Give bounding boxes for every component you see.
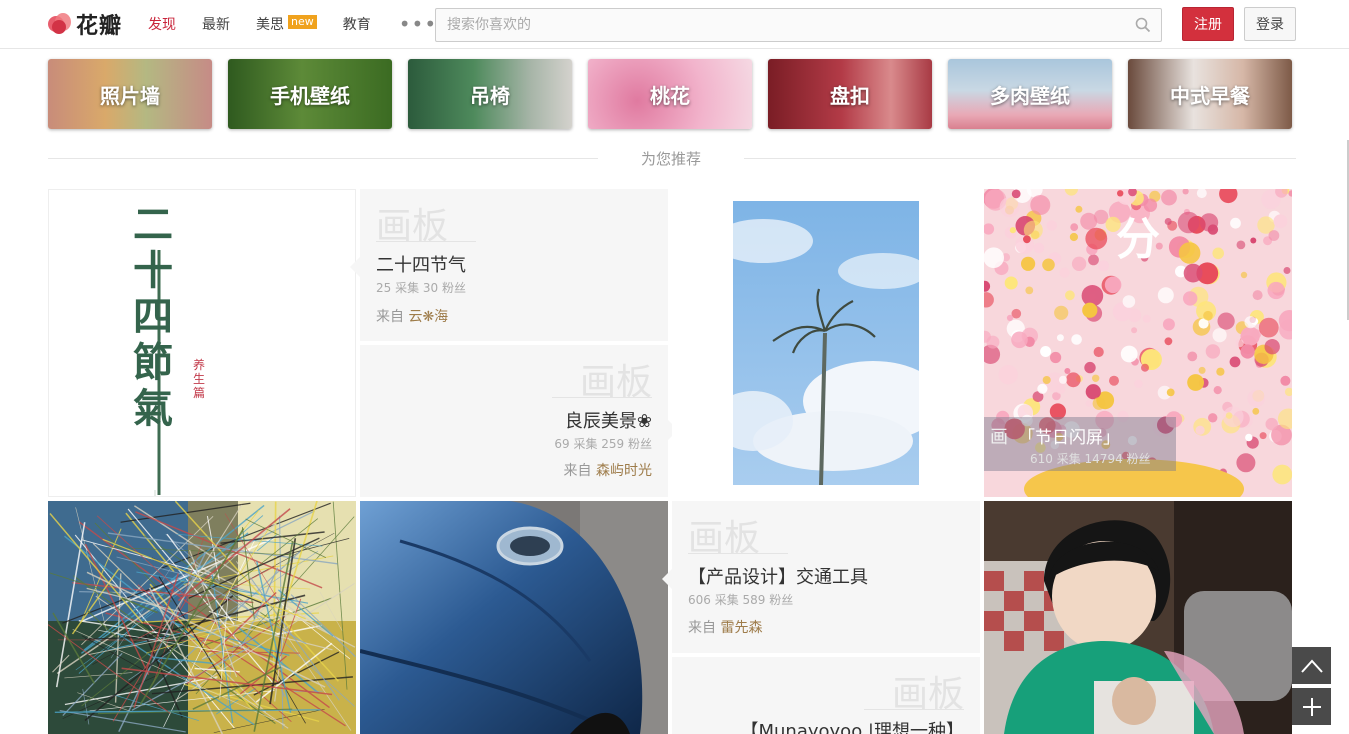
- chevron-up-icon: [1300, 659, 1323, 673]
- board-separator: [376, 241, 476, 242]
- category-tiles: 照片墙 手机壁纸 吊椅 桃花 盘扣 多肉壁纸 中式早餐: [48, 59, 1308, 129]
- search-input[interactable]: [436, 9, 1126, 41]
- pin-child-photo[interactable]: [984, 501, 1292, 734]
- from-label: 来自: [376, 309, 404, 325]
- login-button[interactable]: 登录: [1244, 7, 1296, 41]
- board-card-beautiful-scenery[interactable]: 画板 良辰美景❀ 69 采集 259 粉丝 来自 森屿时光: [360, 345, 668, 497]
- board-card-product-design[interactable]: 画板 【产品设计】交通工具 606 采集 589 粉丝 来自 雷先森: [672, 501, 980, 653]
- car-photo: [360, 501, 668, 734]
- category-hanging-chair[interactable]: 吊椅: [408, 59, 572, 129]
- board-card-munayoyoo[interactable]: 画板 【Munayoyoo |理想一种】: [672, 657, 980, 734]
- board-title[interactable]: 二十四节气: [376, 251, 466, 277]
- pin-abstract-art[interactable]: [48, 501, 356, 734]
- section-title: 为您推荐: [598, 148, 744, 170]
- board-separator: [688, 553, 788, 554]
- board-stats: 606 采集 589 粉丝: [688, 593, 794, 607]
- flash-char: 分: [1116, 214, 1160, 265]
- pin-palm-tree[interactable]: [672, 189, 980, 497]
- category-peach-blossom[interactable]: 桃花: [588, 59, 752, 129]
- board-card-solar-terms[interactable]: 画板 二十四节气 25 采集 30 粉丝 来自 云❋海: [360, 189, 668, 341]
- seal-text: 养生篇: [193, 358, 206, 400]
- from-label: 来自: [563, 463, 592, 479]
- board-stats: 610 采集 14794 粉丝: [1030, 452, 1151, 466]
- board-pointer: [662, 569, 672, 589]
- add-pin-button[interactable]: [1292, 688, 1331, 725]
- plus-icon: [1302, 697, 1321, 716]
- logo-text: 花瓣: [76, 14, 123, 39]
- category-succulent-wallpaper[interactable]: 多肉壁纸: [948, 59, 1112, 129]
- board-title[interactable]: 【Munayoyoo |理想一种】: [740, 717, 964, 734]
- category-phone-wallpaper[interactable]: 手机壁纸: [228, 59, 392, 129]
- nav-meisi[interactable]: 美思 new: [256, 14, 317, 34]
- board-overlay[interactable]: 画 「节日闪屏」 610 采集 14794 粉丝: [984, 417, 1176, 471]
- category-photo-wall[interactable]: 照片墙: [48, 59, 212, 129]
- more-menu-icon[interactable]: •••: [399, 12, 437, 36]
- search-icon[interactable]: [1135, 17, 1151, 33]
- child-photo: [984, 501, 1292, 734]
- petal-logo-icon: [48, 12, 72, 36]
- nav-latest[interactable]: 最新: [202, 14, 230, 34]
- board-from: 来自 森屿时光: [564, 460, 652, 480]
- search-box: [435, 8, 1162, 42]
- nav-meisi-label: 美思: [256, 17, 284, 33]
- solar-terms-title: 二十四節氣: [133, 201, 173, 432]
- palm-tree-photo: [733, 201, 919, 485]
- board-owner-link[interactable]: 森屿时光: [596, 463, 652, 479]
- pin-blue-car[interactable]: [360, 501, 668, 734]
- category-pankou[interactable]: 盘扣: [768, 59, 932, 129]
- nav-education[interactable]: 教育: [343, 14, 371, 34]
- board-stats: 69 采集 259 粉丝: [554, 437, 652, 451]
- board-title[interactable]: 「节日闪屏」: [1018, 423, 1120, 448]
- abstract-art-image: [48, 501, 356, 734]
- board-from: 来自 云❋海: [376, 306, 448, 326]
- new-badge: new: [288, 15, 317, 29]
- nav-discover[interactable]: 发现: [148, 14, 176, 34]
- top-header: 花瓣 发现 最新 美思 new 教育 ••• 注册 登录: [0, 0, 1349, 49]
- page: 花瓣 发现 最新 美思 new 教育 ••• 注册 登录 照片墙 手机壁纸 吊椅 …: [0, 0, 1349, 734]
- board-owner-link[interactable]: 雷先森: [720, 620, 762, 636]
- solar-terms-artwork: [154, 250, 161, 496]
- back-to-top-button[interactable]: [1292, 647, 1331, 684]
- pin-solar-terms[interactable]: 二十四節氣 养生篇: [48, 189, 356, 497]
- board-watermark: 画: [990, 427, 1008, 448]
- board-separator: [864, 709, 964, 710]
- board-separator: [552, 397, 652, 398]
- logo[interactable]: 花瓣: [48, 11, 123, 39]
- board-stats: 25 采集 30 粉丝: [376, 281, 466, 295]
- board-owner-link[interactable]: 云❋海: [408, 309, 448, 325]
- category-chinese-breakfast[interactable]: 中式早餐: [1128, 59, 1292, 129]
- from-label: 来自: [688, 620, 716, 636]
- board-title[interactable]: 【产品设计】交通工具: [688, 563, 868, 589]
- board-title[interactable]: 良辰美景❀: [565, 407, 652, 433]
- main-nav: 发现 最新 美思 new 教育 •••: [148, 0, 437, 48]
- board-pointer: [350, 257, 360, 277]
- pin-holiday-flash[interactable]: 分 画 「节日闪屏」 610 采集 14794 粉丝: [984, 189, 1292, 497]
- register-button[interactable]: 注册: [1182, 7, 1234, 41]
- board-from: 来自 雷先森: [688, 617, 762, 637]
